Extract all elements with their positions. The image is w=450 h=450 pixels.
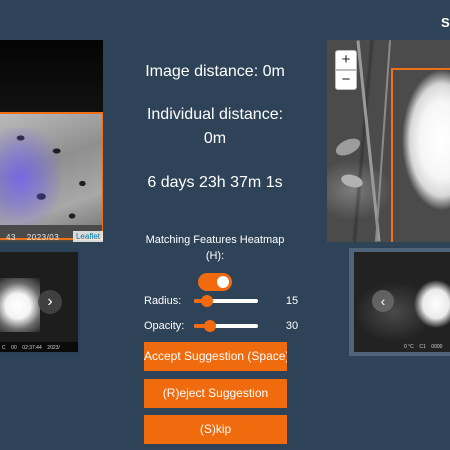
individual-distance-label: Individual distance: <box>146 106 284 123</box>
toggle-knob <box>217 276 229 288</box>
zoom-in-button[interactable]: + <box>335 50 357 70</box>
image-background <box>0 40 103 112</box>
detection-bounding-box <box>0 112 103 240</box>
image-timestamp: 43 2023/03 <box>6 233 60 242</box>
zoom-out-button[interactable]: − <box>335 70 357 90</box>
animal-silhouette <box>414 280 450 328</box>
individual-distance-value: 0m <box>203 130 227 147</box>
opacity-label: Opacity: <box>144 320 185 332</box>
time-difference-text: 6 days 23h 37m 1s <box>147 174 283 191</box>
detection-bounding-box <box>391 68 450 242</box>
accept-suggestion-button[interactable]: Accept Suggestion (Space) <box>144 342 287 371</box>
heatmap-toggle-label: Matching Features Heatmap (H): <box>145 234 285 262</box>
candidate-image-viewer[interactable]: + − <box>327 40 450 242</box>
leaflet-attribution-link[interactable]: Leaflet <box>72 231 103 242</box>
query-image-viewer[interactable]: 43 2023/03 Leaflet <box>0 40 103 242</box>
skip-button[interactable]: (S)kip <box>144 415 287 444</box>
radius-label: Radius: <box>144 295 182 307</box>
opacity-slider[interactable] <box>194 320 258 332</box>
chevron-left-icon[interactable]: ‹ <box>372 290 394 312</box>
chevron-right-icon[interactable]: › <box>38 290 62 314</box>
flash-glow <box>0 278 40 332</box>
opacity-slider-handle[interactable] <box>204 320 216 332</box>
opacity-value: 30 <box>285 320 299 332</box>
reject-suggestion-button[interactable]: (R)eject Suggestion <box>144 379 287 408</box>
heatmap-toggle-switch[interactable] <box>198 273 232 291</box>
radius-slider[interactable] <box>194 295 258 307</box>
thumbnail-timestamp: 0 °C C1 0000 <box>404 344 443 350</box>
radius-value: 15 <box>285 295 299 307</box>
candidate-thumbnail-card[interactable]: ‹ 0 °C C1 0000 <box>349 248 450 356</box>
thumbnail-timestamp: C 00 02:37:44 2023/ <box>2 345 60 351</box>
query-thumbnail-card[interactable]: C 00 02:37:44 2023/ › <box>0 248 80 356</box>
thumbnail-image: ‹ 0 °C C1 0000 <box>354 252 450 352</box>
radius-slider-handle[interactable] <box>200 295 213 307</box>
thumbnail-image: C 00 02:37:44 2023/ › <box>0 252 78 352</box>
image-distance-text: Image distance: 0m <box>145 63 285 80</box>
corner-title-fragment: S <box>441 15 450 30</box>
